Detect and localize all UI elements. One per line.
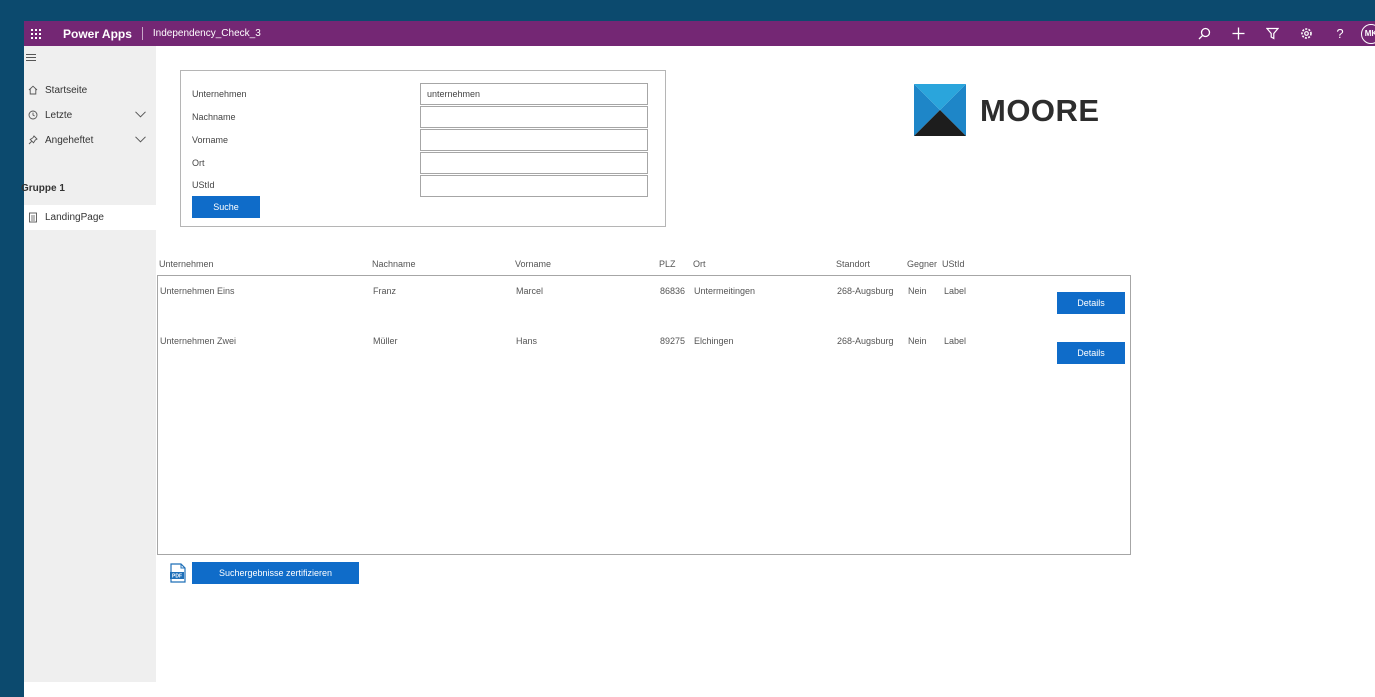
sidebar-item-label: Letzte (45, 109, 73, 121)
ort-input[interactable] (420, 152, 648, 174)
sidebar-item-angeheftet[interactable]: Angeheftet (24, 129, 156, 151)
search-form-panel: Unternehmen Nachname Vorname Ort UStId S… (180, 70, 666, 227)
column-header-standort: Standort (836, 259, 871, 269)
help-icon[interactable]: ? (1333, 25, 1347, 41)
title-divider (141, 27, 143, 40)
chevron-down-icon[interactable] (135, 110, 146, 121)
field-label-vorname: Vorname (192, 135, 229, 145)
vorname-input[interactable] (420, 129, 648, 151)
certify-results-button[interactable]: Suchergebnisse zertifizieren (192, 562, 359, 584)
pdf-icon[interactable]: PDF (169, 563, 187, 583)
help-glyph: ? (1336, 25, 1344, 41)
field-label-nachname: Nachname (192, 112, 236, 122)
cell-nachname: Franz (373, 286, 397, 296)
cell-plz: 89275 (660, 336, 686, 346)
page-icon (27, 212, 39, 224)
cell-ort: Elchingen (694, 336, 734, 346)
column-header-gegner: Gegner (907, 259, 938, 269)
avatar[interactable]: MK (1361, 23, 1375, 44)
sidebar: Startseite Letzte Angeheftet Gruppe 1 La… (21, 46, 156, 682)
column-header-ustid: UStId (942, 259, 965, 269)
cell-ustid: Label (944, 286, 967, 296)
field-label-unternehmen: Unternehmen (192, 89, 247, 99)
cell-plz: 86836 (660, 286, 686, 296)
certify-row: PDF Suchergebnisse zertifizieren (169, 562, 359, 584)
settings-icon[interactable] (1299, 27, 1313, 41)
column-header-vorname: Vorname (515, 259, 552, 269)
pdf-icon-label: PDF (172, 574, 182, 580)
ustid-input[interactable] (420, 175, 648, 197)
column-header-unternehmen: Unternehmen (159, 259, 214, 269)
plus-icon[interactable] (1231, 27, 1245, 41)
home-icon (27, 84, 39, 96)
sidebar-item-label: LandingPage (45, 212, 104, 223)
clock-icon (27, 109, 39, 121)
moore-logo-mark (914, 84, 966, 136)
nachname-input[interactable] (420, 106, 648, 128)
cell-standort: 268-Augsburg (837, 286, 894, 296)
app-window: Power Apps Independency_Check_3 ? MK (21, 21, 1375, 697)
sidebar-group-label: Gruppe 1 (21, 183, 65, 194)
moore-logo: MOORE (914, 84, 1114, 136)
search-icon[interactable] (1197, 27, 1211, 41)
sidebar-item-landingpage[interactable]: LandingPage (24, 205, 156, 230)
cell-standort: 268-Augsburg (837, 336, 894, 346)
app-name: Independency_Check_3 (152, 28, 261, 39)
pin-icon (27, 134, 39, 146)
brand-name[interactable]: Power Apps (63, 27, 132, 41)
unternehmen-input[interactable] (420, 83, 648, 105)
cell-unternehmen: Unternehmen Eins (160, 286, 235, 296)
cell-ort: Untermeitingen (694, 286, 756, 296)
field-label-ort: Ort (192, 158, 205, 168)
chevron-down-icon[interactable] (135, 135, 146, 146)
results-gallery[interactable]: Unternehmen Eins Franz Marcel 86836 Unte… (157, 275, 1131, 555)
cell-nachname: Müller (373, 336, 398, 346)
hamburger-icon[interactable] (26, 54, 36, 62)
cell-unternehmen: Unternehmen Zwei (160, 336, 237, 346)
column-header-nachname: Nachname (372, 259, 416, 269)
search-button[interactable]: Suche (192, 196, 260, 218)
logo-text: MOORE (980, 93, 1100, 128)
details-button[interactable]: Details (1057, 342, 1125, 364)
sidebar-item-label: Startseite (45, 84, 88, 96)
filter-icon[interactable] (1265, 27, 1279, 41)
sidebar-item-label: Angeheftet (45, 134, 94, 146)
cell-vorname: Hans (516, 336, 538, 346)
top-bar: Power Apps Independency_Check_3 ? MK (24, 21, 1375, 46)
sidebar-item-letzte[interactable]: Letzte (24, 104, 156, 126)
cell-gegner: Nein (908, 336, 927, 346)
column-header-plz: PLZ (659, 259, 676, 269)
top-icon-bar: ? MK (1177, 21, 1375, 46)
sidebar-item-startseite[interactable]: Startseite (24, 79, 156, 101)
cell-gegner: Nein (908, 286, 927, 296)
cell-vorname: Marcel (516, 286, 544, 296)
cell-ustid: Label (944, 336, 967, 346)
field-label-ustid: UStId (192, 180, 215, 190)
app-launcher-icon[interactable] (27, 25, 45, 43)
details-button[interactable]: Details (1057, 292, 1125, 314)
column-header-ort: Ort (693, 259, 706, 269)
